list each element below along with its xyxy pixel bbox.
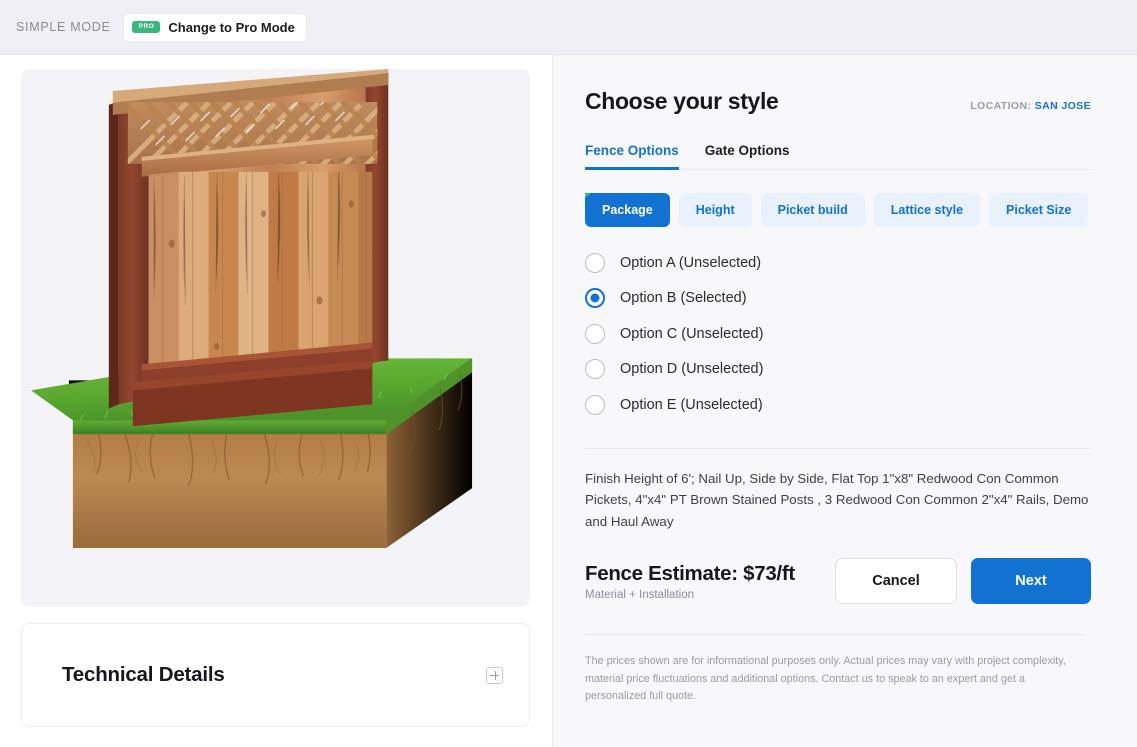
radio-option-e[interactable] [585, 394, 605, 415]
option-row-e[interactable]: Option E (Unselected) [585, 387, 1091, 423]
chip-height[interactable]: Height [678, 193, 752, 227]
next-button[interactable]: Next [971, 558, 1091, 605]
chip-package[interactable]: Package [585, 193, 670, 227]
panel-header: Choose your style LOCATION: SAN JOSE [585, 88, 1091, 115]
estimate-row: Fence Estimate: $73/ft Material + Instal… [585, 558, 1091, 605]
option-radio-group: Option A (Unselected) Option B (Selected… [585, 245, 1091, 423]
action-buttons: Cancel Next [835, 558, 1091, 605]
technical-details-card[interactable]: Technical Details [21, 623, 530, 727]
location-label: LOCATION: [970, 100, 1032, 112]
location-value[interactable]: SAN JOSE [1035, 100, 1091, 112]
cancel-button[interactable]: Cancel [835, 558, 957, 605]
pro-badge-icon: PRO [131, 20, 161, 34]
option-row-c[interactable]: Option C (Unselected) [585, 316, 1091, 352]
option-row-b[interactable]: Option B (Selected) [585, 281, 1091, 317]
option-e-label: Option E (Unselected) [620, 396, 763, 413]
radio-option-a[interactable] [585, 252, 605, 273]
status-dot-icon [585, 193, 590, 196]
chip-lattice-style[interactable]: Lattice style [873, 193, 981, 227]
radio-option-d[interactable] [585, 359, 605, 380]
option-c-label: Option C (Unselected) [620, 325, 764, 342]
option-d-label: Option D (Unselected) [620, 361, 764, 378]
main-content: Technical Details Choose your style LOCA… [0, 55, 1137, 747]
option-category-list: Package Height Picket build Lattice styl… [585, 193, 1091, 227]
price-disclaimer: The prices shown are for informational p… [585, 634, 1085, 705]
radio-option-c[interactable] [585, 323, 605, 344]
option-row-d[interactable]: Option D (Unselected) [585, 352, 1091, 388]
product-viewer-card[interactable] [21, 69, 530, 607]
chip-picket-build[interactable]: Picket build [760, 193, 865, 227]
option-description: Finish Height of 6'; Nail Up, Side by Si… [585, 470, 1089, 529]
right-panel: Choose your style LOCATION: SAN JOSE Fen… [553, 55, 1137, 747]
estimate-block: Fence Estimate: $73/ft Material + Instal… [585, 562, 795, 601]
expand-plus-icon[interactable] [486, 666, 503, 684]
radio-option-b[interactable] [585, 288, 605, 309]
estimate-subline: Material + Installation [585, 588, 694, 601]
page-title: Choose your style [585, 88, 779, 114]
chip-package-label: Package [602, 203, 653, 217]
top-bar: SIMPLE MODE PRO Change to Pro Mode [0, 0, 1137, 55]
change-to-pro-mode-label: Change to Pro Mode [168, 19, 295, 35]
simple-mode-label: SIMPLE MODE [16, 20, 111, 34]
tab-gate-options[interactable]: Gate Options [705, 143, 790, 170]
section-divider [585, 447, 1091, 449]
chip-picket-size[interactable]: Picket Size [989, 193, 1089, 227]
tab-fence-options[interactable]: Fence Options [585, 143, 679, 170]
change-to-pro-mode-button[interactable]: PRO Change to Pro Mode [122, 12, 307, 42]
fence-3d-render-icon [30, 69, 473, 549]
technical-details-title: Technical Details [62, 663, 225, 686]
option-a-label: Option A (Unselected) [620, 254, 762, 271]
option-row-a[interactable]: Option A (Unselected) [585, 245, 1091, 281]
location-indicator: LOCATION: SAN JOSE [970, 100, 1091, 112]
option-category-scroller[interactable]: Package Height Picket build Lattice styl… [585, 193, 1091, 229]
option-b-label: Option B (Selected) [620, 290, 747, 307]
tab-bar: Fence Options Gate Options [585, 143, 1091, 170]
estimate-headline: Fence Estimate: $73/ft [585, 561, 795, 585]
left-panel: Technical Details [0, 55, 553, 747]
